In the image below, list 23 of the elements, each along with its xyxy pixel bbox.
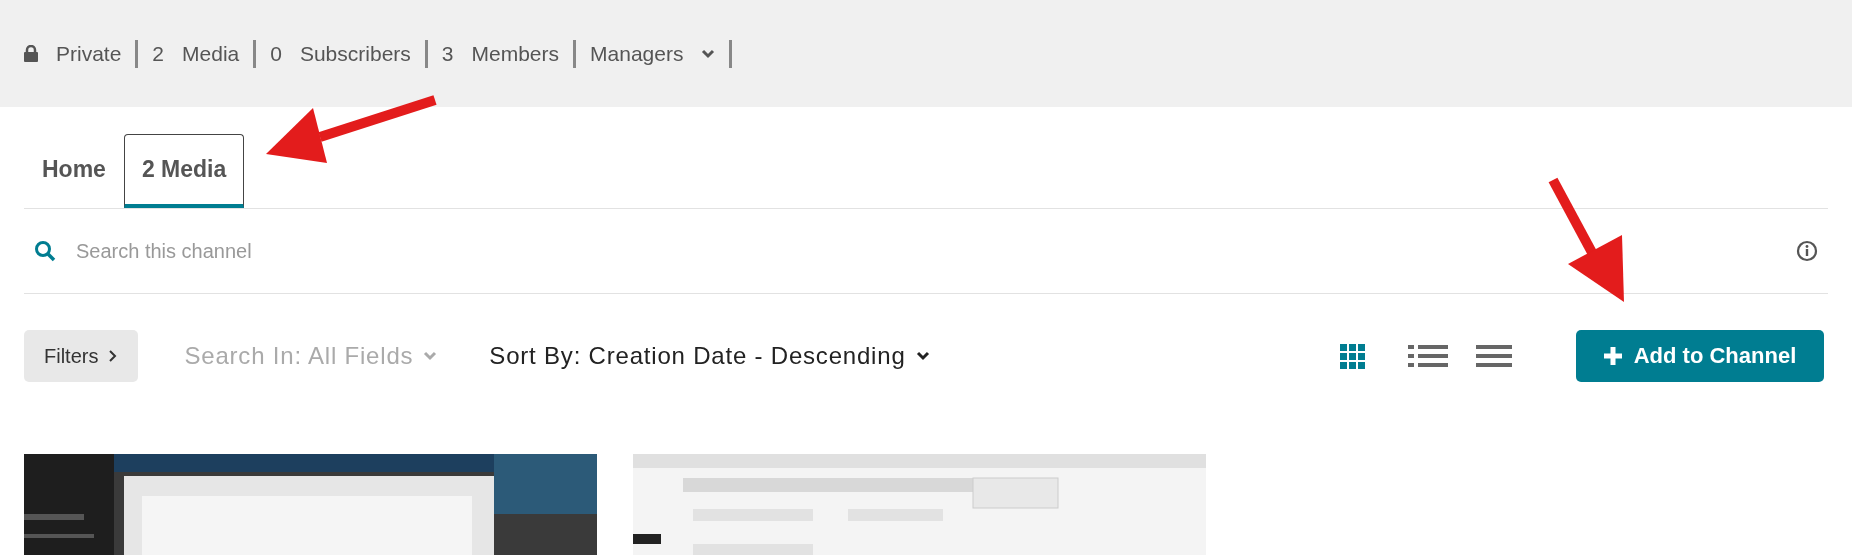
- sort-dropdown[interactable]: Sort By: Creation Date - Descending: [483, 341, 936, 371]
- info-label: Subscribers: [299, 41, 411, 66]
- chevron-down-icon: [701, 48, 716, 59]
- chevron-down-icon: [423, 351, 438, 361]
- list-view-icon[interactable]: [1408, 343, 1448, 369]
- lock-icon: [24, 45, 38, 62]
- info-count: 2: [152, 41, 165, 66]
- chevron-right-icon: [108, 349, 119, 363]
- plus-icon: [1603, 347, 1622, 365]
- search-field[interactable]: Search this channel: [74, 238, 1778, 264]
- search-icon: [34, 240, 56, 262]
- chevron-down-icon: [915, 351, 930, 361]
- info-count: 3: [441, 41, 454, 66]
- info-icon[interactable]: [1796, 240, 1818, 262]
- tab[interactable]: Home: [24, 134, 124, 208]
- info-count: 0: [270, 41, 282, 66]
- info-label: Members: [471, 41, 560, 66]
- tab[interactable]: 2 Media: [123, 134, 245, 208]
- managers-menu[interactable]: Managers: [590, 41, 684, 66]
- info-label: Private: [56, 41, 122, 66]
- info-label: Media: [182, 41, 240, 66]
- add-to-channel-button[interactable]: Add to Channel: [1576, 330, 1824, 382]
- filters-button[interactable]: Filters: [24, 330, 139, 382]
